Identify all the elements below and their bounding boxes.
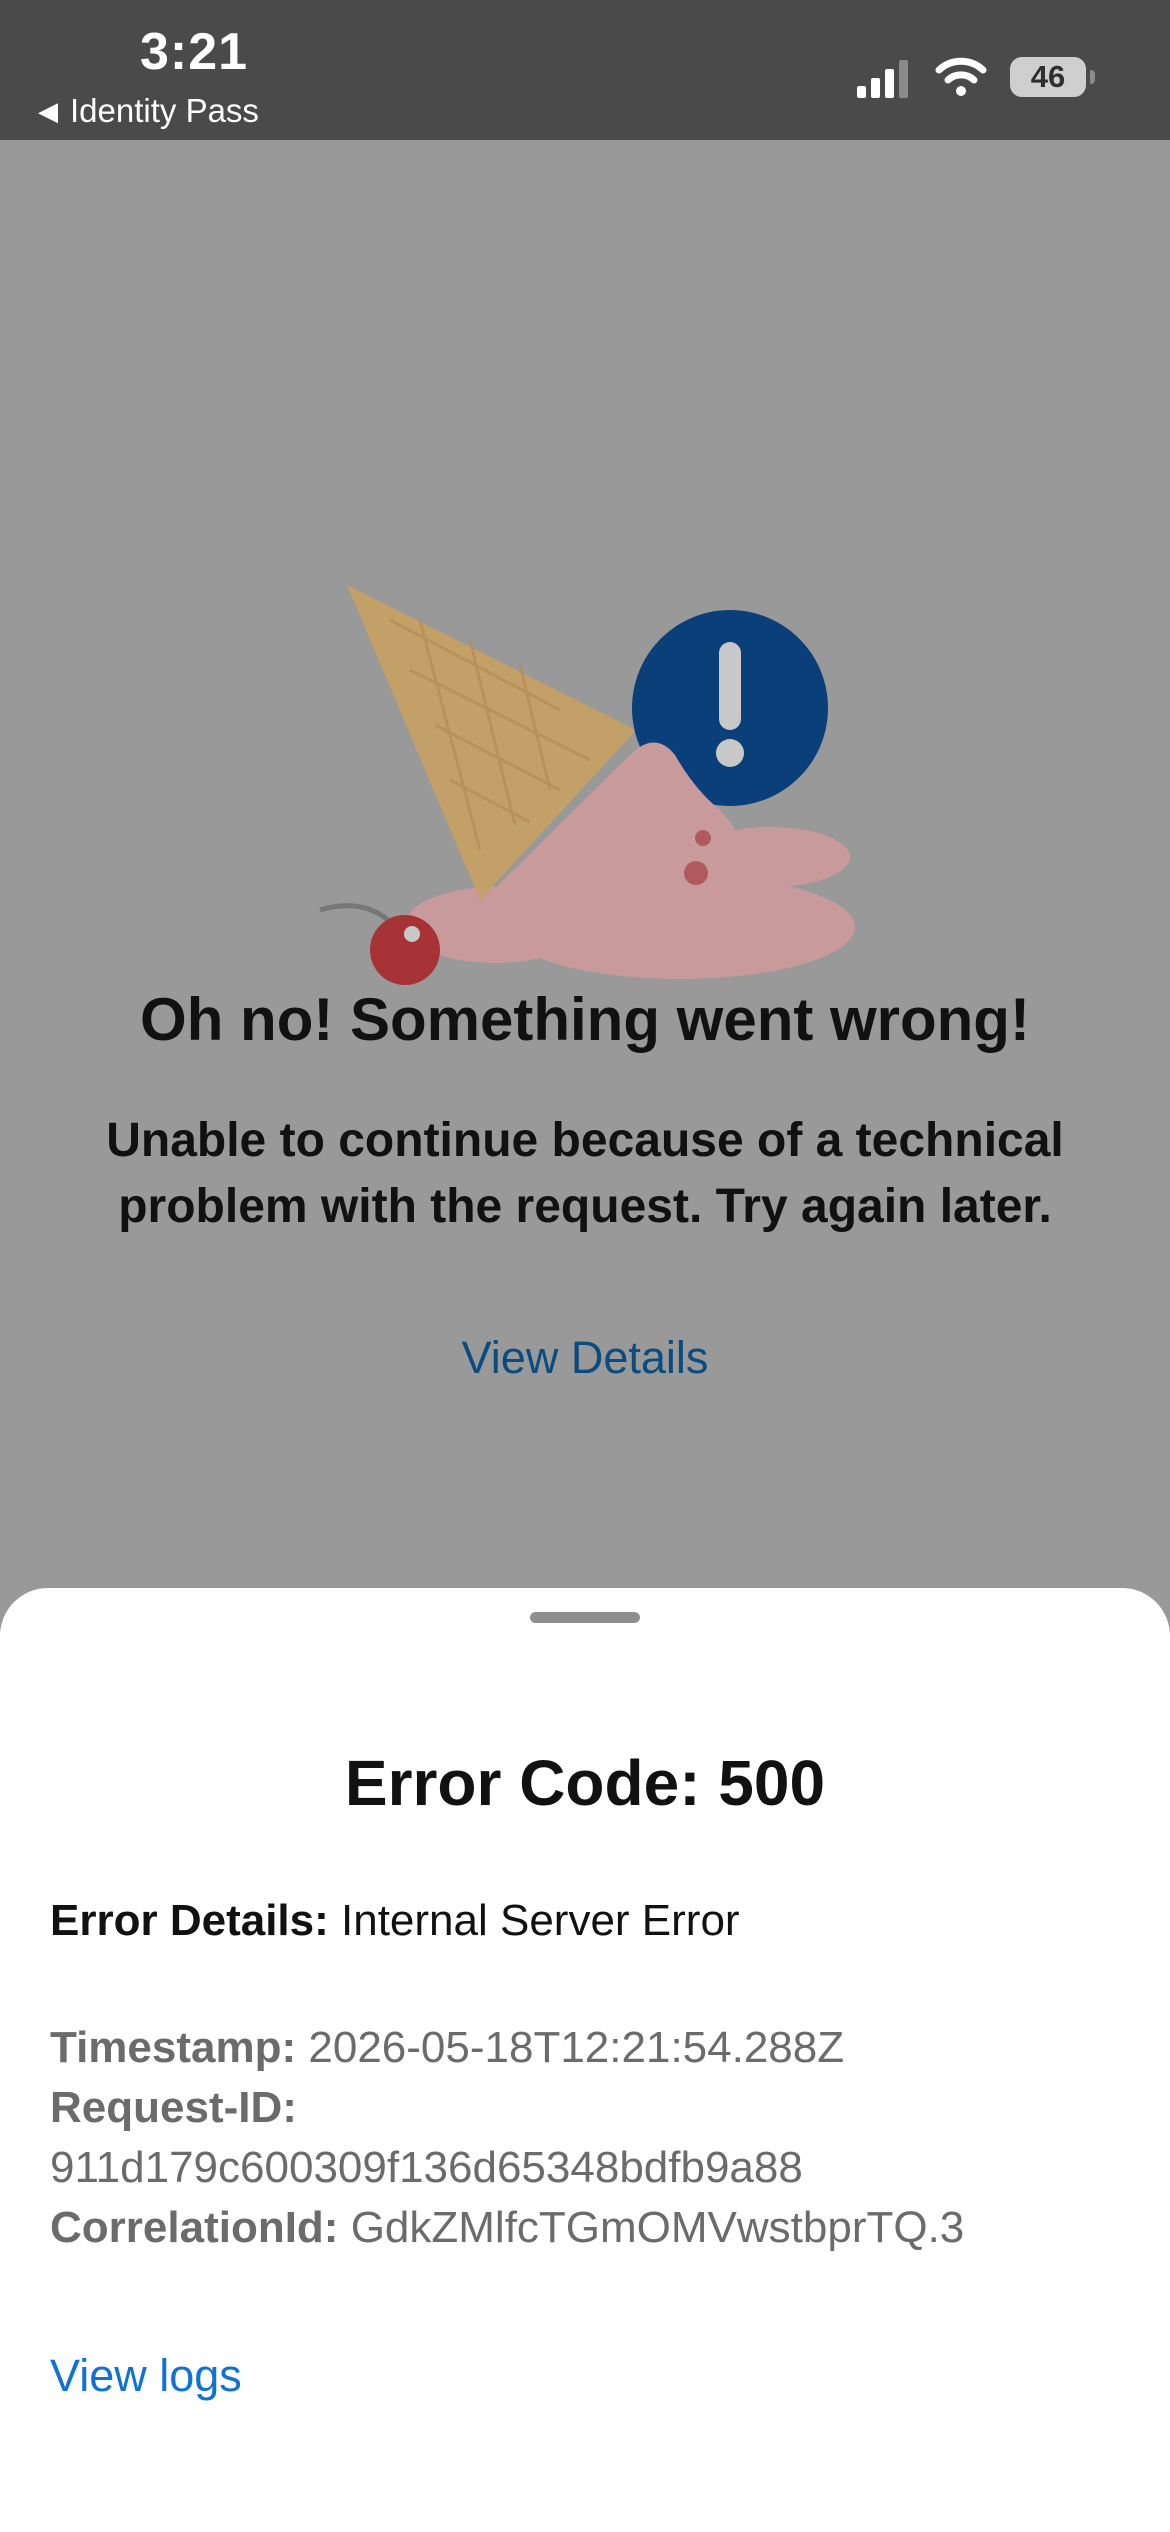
error-details-sheet: Error Code: 500 Error Details: Internal …: [0, 1588, 1170, 2532]
dropped-ice-cream-icon: [319, 585, 855, 985]
view-logs-link[interactable]: View logs: [50, 2350, 242, 2402]
battery-icon: 46: [1010, 57, 1095, 97]
cherry-shape: [370, 915, 440, 985]
error-metadata: Timestamp: 2026-05-18T12:21:54.288Z Requ…: [50, 2018, 1130, 2258]
error-message: Unable to continue because of a technica…: [106, 1114, 1064, 1233]
back-to-app-link[interactable]: ◀ Identity Pass: [38, 92, 259, 130]
error-details-row: Error Details: Internal Server Error: [50, 1896, 740, 1946]
status-time: 3:21: [140, 23, 249, 81]
status-bar: 3:21 ◀ Identity Pass 46: [0, 0, 1170, 140]
correlation-row: CorrelationId: GdkZMlfcTGmOMVwstbprTQ.3: [50, 2198, 1130, 2258]
timestamp-value: 2026-05-18T12:21:54.288Z: [308, 2023, 845, 2072]
sheet-grabber-handle[interactable]: [530, 1612, 640, 1623]
view-details-link[interactable]: View Details: [0, 1332, 1170, 1384]
correlation-label: CorrelationId:: [50, 2203, 339, 2252]
error-title: Oh no! Something went wrong!: [140, 986, 1030, 1053]
error-details-value: Internal Server Error: [341, 1896, 740, 1945]
error-details-label: Error Details:: [50, 1896, 329, 1945]
timestamp-label: Timestamp:: [50, 2023, 297, 2072]
back-triangle-icon: ◀: [38, 95, 58, 126]
request-id-value: 911d179c600309f136d65348bdfb9a88: [50, 2143, 803, 2192]
correlation-value: GdkZMlfcTGmOMVwstbprTQ.3: [350, 2203, 965, 2252]
wifi-icon: [935, 57, 987, 96]
error-code-heading: Error Code: 500: [344, 1747, 826, 1819]
request-id-label: Request-ID:: [50, 2083, 297, 2132]
cellular-signal-icon: [857, 60, 908, 98]
timestamp-row: Timestamp: 2026-05-18T12:21:54.288Z: [50, 2018, 1130, 2078]
back-app-label: Identity Pass: [70, 92, 259, 129]
request-id-label-row: Request-ID:: [50, 2078, 1130, 2138]
